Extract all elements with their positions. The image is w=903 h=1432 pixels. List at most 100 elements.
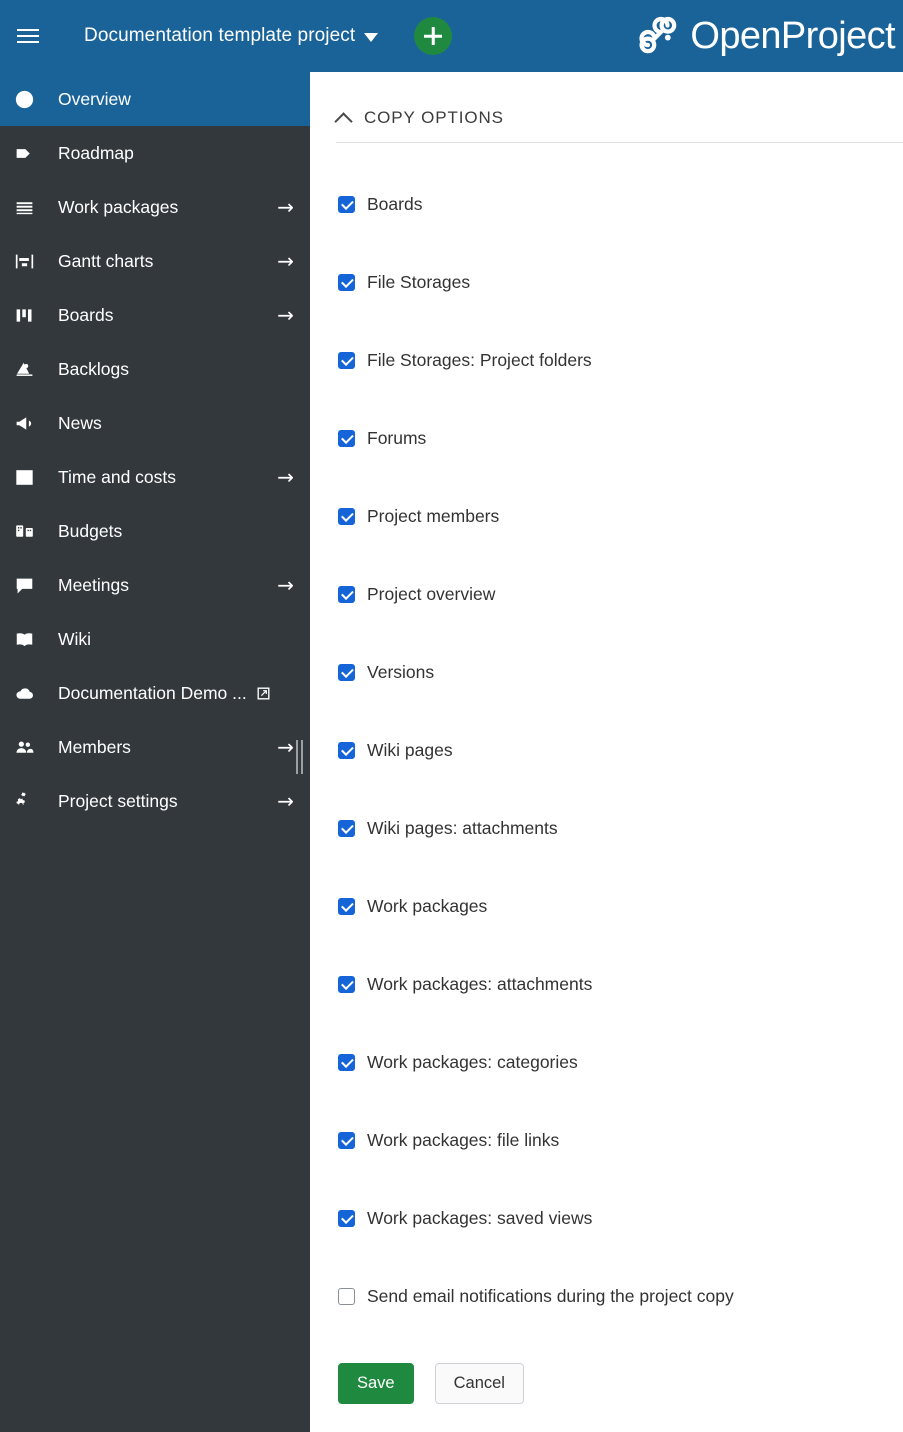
cancel-button[interactable]: Cancel [434,1363,524,1404]
sidebar-resize-handle[interactable] [296,740,303,774]
copy-option-label: Work packages: saved views [367,1207,593,1228]
logo-dot [665,34,672,41]
sidebar-item-label: Documentation Demo ... [58,682,247,703]
copy-option-row[interactable]: Work packages: categories [310,1023,903,1101]
checkbox-forums[interactable] [338,429,355,447]
sidebar-item-overview[interactable]: Overview [0,72,310,126]
hamburger-bar [17,41,39,43]
sidebar-item-label: Roadmap [58,142,134,163]
copy-option-row[interactable]: Work packages: attachments [310,945,903,1023]
sidebar-item-project-settings[interactable]: Project settings → [0,774,310,828]
copy-option-row[interactable]: Wiki pages [310,711,903,789]
sidebar-item-backlogs[interactable]: Backlogs [0,342,310,396]
copy-option-row[interactable]: Work packages: file links [310,1101,903,1179]
sidebar-item-label: Backlogs [58,358,130,379]
copy-option-row[interactable]: Wiki pages: attachments [310,789,903,867]
copy-option-row[interactable]: File Storages: Project folders [310,321,903,399]
sidebar-item-news[interactable]: News [0,396,310,450]
bar-chart-icon [14,465,44,489]
sidebar-item-arrow-icon[interactable]: → [277,737,294,757]
form-actions: Save Cancel [310,1335,903,1404]
copy-option-row[interactable]: Project members [310,477,903,555]
sidebar-item-documentation-demo[interactable]: Documentation Demo ... [0,666,310,720]
sidebar-item-boards[interactable]: Boards → [0,288,310,342]
sidebar-item-arrow-icon[interactable]: → [277,467,294,487]
hamburger-icon[interactable] [0,0,56,72]
sidebar-item-label: Wiki [58,628,92,649]
copy-option-label: Work packages: categories [367,1051,578,1072]
gantt-chart-icon [14,249,44,273]
copy-option-row[interactable]: Boards [310,165,903,243]
copy-option-label: Project members [367,505,500,526]
copy-option-row[interactable]: Work packages: saved views [310,1179,903,1257]
sidebar-item-arrow-icon[interactable]: → [277,251,294,271]
sidebar-item-roadmap[interactable]: Roadmap [0,126,310,180]
sidebar: Overview Roadmap Work packages → Gantt chart… [0,72,310,1432]
add-button[interactable] [414,17,453,55]
sidebar-item-time-and-costs[interactable]: Time and costs → [0,450,310,504]
checkbox-project-members[interactable] [338,507,355,525]
checkbox-work-packages-categories[interactable] [338,1053,355,1071]
checkbox-wiki-pages[interactable] [338,741,355,759]
budgets-icon [14,519,44,543]
hamburger-bar [17,35,39,37]
checkbox-send-email-notifications-during-the-project-copy[interactable] [338,1287,355,1305]
copy-option-label: Work packages: attachments [367,973,593,994]
copy-option-row[interactable]: Send email notifications during the proj… [310,1257,903,1335]
sidebar-item-arrow-icon[interactable]: → [277,305,294,325]
backlogs-icon [14,357,44,381]
checkbox-file-storages[interactable] [338,273,355,291]
copy-options-section-header[interactable]: COPY OPTIONS [310,72,903,142]
sidebar-item-wiki[interactable]: Wiki [0,612,310,666]
sidebar-item-label: Budgets [58,520,123,541]
sidebar-item-label: Time and costs [58,466,177,487]
sidebar-item-gantt-charts[interactable]: Gantt charts → [0,234,310,288]
copy-option-label: Versions [367,661,435,682]
project-name: Documentation template project [84,25,356,46]
checkbox-work-packages-file-links[interactable] [338,1131,355,1149]
checkbox-versions[interactable] [338,663,355,681]
checkbox-work-packages-saved-views[interactable] [338,1209,355,1227]
copy-option-row[interactable]: Forums [310,399,903,477]
sidebar-item-arrow-icon[interactable]: → [277,197,294,217]
top-header: Documentation template project OpenProje… [0,0,903,72]
sidebar-item-arrow-icon[interactable]: → [277,791,294,811]
checkbox-work-packages-attachments[interactable] [338,975,355,993]
sidebar-item-label: Meetings [58,574,130,595]
external-link-icon [255,685,272,702]
project-selector[interactable]: Documentation template project [56,0,388,72]
save-button[interactable]: Save [338,1363,414,1404]
copy-option-label: Work packages: file links [367,1129,560,1150]
checkbox-boards[interactable] [338,195,355,213]
section-title: COPY OPTIONS [364,108,504,127]
copy-option-row[interactable]: Versions [310,633,903,711]
copy-option-label: Boards [367,193,423,214]
sidebar-item-label: Work packages [58,196,179,217]
sidebar-item-members[interactable]: Members → [0,720,310,774]
copy-option-row[interactable]: Work packages [310,867,903,945]
board-columns-icon [14,303,44,327]
sidebar-item-label: Members [58,736,131,757]
copy-option-label: File Storages: Project folders [367,349,592,370]
copy-option-row[interactable]: File Storages [310,243,903,321]
checkbox-work-packages[interactable] [338,897,355,915]
sidebar-item-work-packages[interactable]: Work packages → [0,180,310,234]
sidebar-item-meetings[interactable]: Meetings → [0,558,310,612]
copy-option-label: Wiki pages: attachments [367,817,558,838]
openproject-logo-icon [639,16,677,54]
resize-bar [296,740,298,774]
tag-icon [14,141,44,165]
brand-logo[interactable]: OpenProject [636,0,896,72]
speech-bubble-icon [14,573,44,597]
checkbox-file-storages-project-folders[interactable] [338,351,355,369]
copy-option-label: File Storages [367,271,471,292]
checkbox-wiki-pages-attachments[interactable] [338,819,355,837]
copy-option-row[interactable]: Project overview [310,555,903,633]
sidebar-item-label: Boards [58,304,114,325]
sidebar-item-arrow-icon[interactable]: → [277,575,294,595]
checkbox-project-overview[interactable] [338,585,355,603]
people-icon [14,735,44,759]
brand-name: OpenProject [690,15,895,57]
resize-bar [301,740,303,774]
sidebar-item-budgets[interactable]: Budgets [0,504,310,558]
